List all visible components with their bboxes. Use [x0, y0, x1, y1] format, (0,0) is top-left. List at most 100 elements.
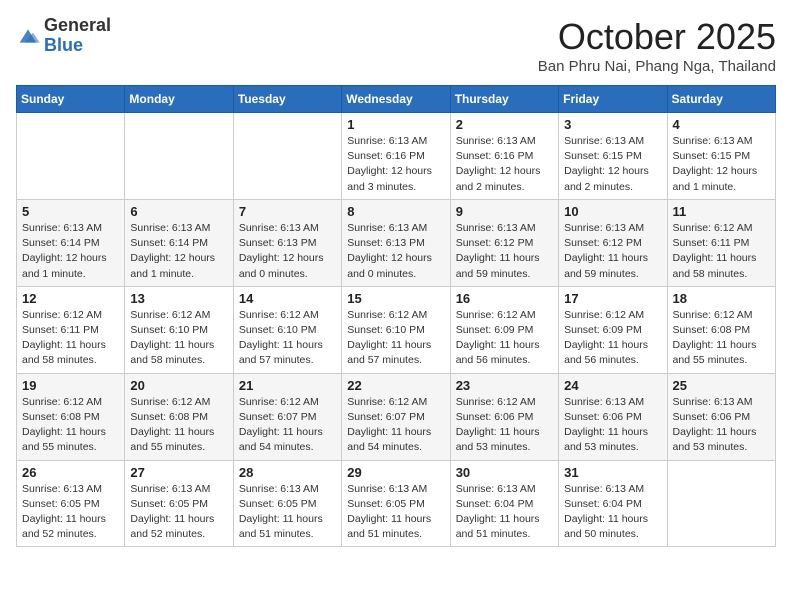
- day-number: 14: [239, 291, 336, 306]
- day-info: Sunrise: 6:13 AM Sunset: 6:04 PM Dayligh…: [456, 482, 553, 543]
- weekday-header-saturday: Saturday: [667, 86, 775, 113]
- day-info: Sunrise: 6:12 AM Sunset: 6:11 PM Dayligh…: [673, 221, 770, 282]
- day-number: 20: [130, 378, 227, 393]
- day-number: 12: [22, 291, 119, 306]
- day-number: 23: [456, 378, 553, 393]
- calendar-cell: 2 Sunrise: 6:13 AM Sunset: 6:16 PM Daylig…: [450, 113, 558, 200]
- logo-blue: Blue: [44, 36, 111, 56]
- calendar-cell: [233, 113, 341, 200]
- day-number: 16: [456, 291, 553, 306]
- day-number: 24: [564, 378, 661, 393]
- calendar-cell: 24 Sunrise: 6:13 AM Sunset: 6:06 PM Dayli…: [559, 373, 667, 460]
- day-number: 6: [130, 204, 227, 219]
- day-info: Sunrise: 6:13 AM Sunset: 6:12 PM Dayligh…: [456, 221, 553, 282]
- weekday-header-row: SundayMondayTuesdayWednesdayThursdayFrid…: [17, 86, 776, 113]
- calendar-cell: [17, 113, 125, 200]
- calendar-table: SundayMondayTuesdayWednesdayThursdayFrid…: [16, 85, 776, 547]
- day-info: Sunrise: 6:13 AM Sunset: 6:05 PM Dayligh…: [347, 482, 444, 543]
- day-info: Sunrise: 6:13 AM Sunset: 6:13 PM Dayligh…: [239, 221, 336, 282]
- calendar-cell: 5Sunrise: 6:13 AM Sunset: 6:14 PM Daylig…: [17, 199, 125, 286]
- day-info: Sunrise: 6:13 AM Sunset: 6:05 PM Dayligh…: [130, 482, 227, 543]
- day-number: 10: [564, 204, 661, 219]
- day-info: Sunrise: 6:12 AM Sunset: 6:11 PM Dayligh…: [22, 308, 119, 369]
- calendar-cell: 1 Sunrise: 6:13 AM Sunset: 6:16 PM Daylig…: [342, 113, 450, 200]
- calendar-cell: 19Sunrise: 6:12 AM Sunset: 6:08 PM Dayli…: [17, 373, 125, 460]
- day-info: Sunrise: 6:13 AM Sunset: 6:15 PM Dayligh…: [673, 134, 770, 195]
- calendar-cell: 9Sunrise: 6:13 AM Sunset: 6:12 PM Daylig…: [450, 199, 558, 286]
- calendar-cell: 28 Sunrise: 6:13 AM Sunset: 6:05 PM Dayli…: [233, 460, 341, 547]
- day-number: 26: [22, 465, 119, 480]
- location: Ban Phru Nai, Phang Nga, Thailand: [538, 58, 776, 75]
- calendar-cell: 25Sunrise: 6:13 AM Sunset: 6:06 PM Dayli…: [667, 373, 775, 460]
- logo: General Blue: [16, 16, 111, 56]
- day-info: Sunrise: 6:12 AM Sunset: 6:10 PM Dayligh…: [239, 308, 336, 369]
- day-number: 18: [673, 291, 770, 306]
- day-info: Sunrise: 6:13 AM Sunset: 6:05 PM Dayligh…: [239, 482, 336, 543]
- calendar-cell: 23 Sunrise: 6:12 AM Sunset: 6:06 PM Dayli…: [450, 373, 558, 460]
- calendar-cell: 8 Sunrise: 6:13 AM Sunset: 6:13 PM Daylig…: [342, 199, 450, 286]
- day-number: 22: [347, 378, 444, 393]
- title-block: October 2025 Ban Phru Nai, Phang Nga, Th…: [538, 16, 776, 75]
- day-info: Sunrise: 6:12 AM Sunset: 6:10 PM Dayligh…: [130, 308, 227, 369]
- calendar-cell: 12 Sunrise: 6:12 AM Sunset: 6:11 PM Dayli…: [17, 286, 125, 373]
- day-info: Sunrise: 6:13 AM Sunset: 6:14 PM Dayligh…: [22, 221, 119, 282]
- calendar-cell: 10 Sunrise: 6:13 AM Sunset: 6:12 PM Dayli…: [559, 199, 667, 286]
- weekday-header-friday: Friday: [559, 86, 667, 113]
- calendar-cell: 21 Sunrise: 6:12 AM Sunset: 6:07 PM Dayli…: [233, 373, 341, 460]
- day-info: Sunrise: 6:12 AM Sunset: 6:08 PM Dayligh…: [22, 395, 119, 456]
- day-info: Sunrise: 6:13 AM Sunset: 6:12 PM Dayligh…: [564, 221, 661, 282]
- weekday-header-tuesday: Tuesday: [233, 86, 341, 113]
- day-info: Sunrise: 6:13 AM Sunset: 6:14 PM Dayligh…: [130, 221, 227, 282]
- day-info: Sunrise: 6:12 AM Sunset: 6:08 PM Dayligh…: [673, 308, 770, 369]
- calendar-cell: 29Sunrise: 6:13 AM Sunset: 6:05 PM Dayli…: [342, 460, 450, 547]
- day-number: 13: [130, 291, 227, 306]
- logo-text: General Blue: [44, 16, 111, 56]
- day-info: Sunrise: 6:13 AM Sunset: 6:16 PM Dayligh…: [347, 134, 444, 195]
- logo-icon: [16, 26, 40, 46]
- calendar-cell: 16 Sunrise: 6:12 AM Sunset: 6:09 PM Dayli…: [450, 286, 558, 373]
- logo-general: General: [44, 16, 111, 36]
- day-info: Sunrise: 6:12 AM Sunset: 6:09 PM Dayligh…: [564, 308, 661, 369]
- day-number: 8: [347, 204, 444, 219]
- day-info: Sunrise: 6:12 AM Sunset: 6:08 PM Dayligh…: [130, 395, 227, 456]
- day-number: 3: [564, 117, 661, 132]
- day-number: 17: [564, 291, 661, 306]
- weekday-header-wednesday: Wednesday: [342, 86, 450, 113]
- day-number: 28: [239, 465, 336, 480]
- day-number: 25: [673, 378, 770, 393]
- calendar-cell: 20 Sunrise: 6:12 AM Sunset: 6:08 PM Dayli…: [125, 373, 233, 460]
- weekday-header-monday: Monday: [125, 86, 233, 113]
- calendar-cell: 26Sunrise: 6:13 AM Sunset: 6:05 PM Dayli…: [17, 460, 125, 547]
- calendar-week-row: 12 Sunrise: 6:12 AM Sunset: 6:11 PM Dayli…: [17, 286, 776, 373]
- day-number: 15: [347, 291, 444, 306]
- day-info: Sunrise: 6:13 AM Sunset: 6:15 PM Dayligh…: [564, 134, 661, 195]
- day-info: Sunrise: 6:13 AM Sunset: 6:06 PM Dayligh…: [564, 395, 661, 456]
- day-number: 1: [347, 117, 444, 132]
- month-title: October 2025: [538, 16, 776, 58]
- calendar-week-row: 26 Sunrise: 6:13 AM Sunset: 6:05 PM Dayli…: [17, 460, 776, 547]
- calendar-cell: 13 Sunrise: 6:12 AM Sunset: 6:10 PM Dayli…: [125, 286, 233, 373]
- day-info: Sunrise: 6:12 AM Sunset: 6:10 PM Dayligh…: [347, 308, 444, 369]
- calendar-week-row: 5Sunrise: 6:13 AM Sunset: 6:14 PM Daylig…: [17, 199, 776, 286]
- day-number: 21: [239, 378, 336, 393]
- calendar-cell: 15 Sunrise: 6:12 AM Sunset: 6:10 PM Dayli…: [342, 286, 450, 373]
- day-info: Sunrise: 6:13 AM Sunset: 6:13 PM Dayligh…: [347, 221, 444, 282]
- calendar-cell: 22Sunrise: 6:12 AM Sunset: 6:07 PM Dayli…: [342, 373, 450, 460]
- day-info: Sunrise: 6:12 AM Sunset: 6:06 PM Dayligh…: [456, 395, 553, 456]
- weekday-header-sunday: Sunday: [17, 86, 125, 113]
- day-info: Sunrise: 6:13 AM Sunset: 6:04 PM Dayligh…: [564, 482, 661, 543]
- weekday-header-thursday: Thursday: [450, 86, 558, 113]
- calendar-week-row: 19Sunrise: 6:12 AM Sunset: 6:08 PM Dayli…: [17, 373, 776, 460]
- day-info: Sunrise: 6:13 AM Sunset: 6:16 PM Dayligh…: [456, 134, 553, 195]
- day-number: 31: [564, 465, 661, 480]
- calendar-cell: 4Sunrise: 6:13 AM Sunset: 6:15 PM Daylig…: [667, 113, 775, 200]
- day-number: 7: [239, 204, 336, 219]
- page-header: General Blue October 2025 Ban Phru Nai, …: [16, 16, 776, 75]
- calendar-cell: 11 Sunrise: 6:12 AM Sunset: 6:11 PM Dayli…: [667, 199, 775, 286]
- day-info: Sunrise: 6:12 AM Sunset: 6:09 PM Dayligh…: [456, 308, 553, 369]
- day-number: 11: [673, 204, 770, 219]
- calendar-week-row: 1 Sunrise: 6:13 AM Sunset: 6:16 PM Daylig…: [17, 113, 776, 200]
- calendar-cell: 3 Sunrise: 6:13 AM Sunset: 6:15 PM Daylig…: [559, 113, 667, 200]
- day-number: 2: [456, 117, 553, 132]
- day-info: Sunrise: 6:12 AM Sunset: 6:07 PM Dayligh…: [239, 395, 336, 456]
